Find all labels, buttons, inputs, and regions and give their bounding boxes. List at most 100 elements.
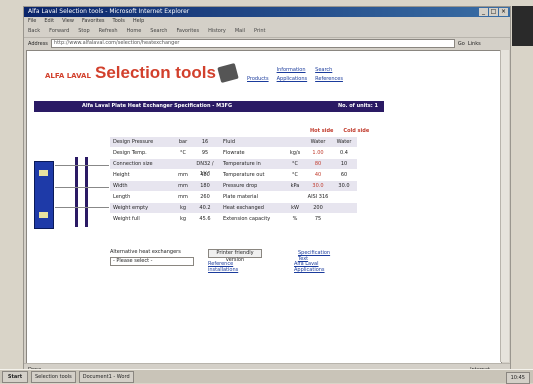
param-label: Design Pressure	[113, 139, 154, 145]
table-row: Design Temp. °C 95 Flowrate kg/s 1.00 0.…	[110, 148, 357, 158]
param-label: Temperature in	[223, 161, 261, 167]
param-unit: %	[292, 216, 298, 222]
web-page: ALFA LAVAL Selection tools Information S…	[26, 50, 502, 364]
menu-edit[interactable]: Edit	[44, 17, 54, 25]
table-row: Weight empty kg 40.2 Heat exchanged kW 2…	[110, 203, 357, 213]
nav-search[interactable]: Search	[315, 67, 343, 73]
forward-button[interactable]: Forward	[49, 28, 69, 34]
param-label: Extension capacity	[223, 216, 271, 222]
window-title: Alfa Laval Selection tools - Microsoft I…	[28, 8, 190, 15]
param-unit: kg	[179, 216, 187, 222]
close-button[interactable]: ×	[499, 8, 508, 16]
refresh-button[interactable]: Refresh	[99, 28, 118, 34]
param-unit	[175, 159, 191, 169]
param-unit: kg	[179, 205, 187, 211]
search-button[interactable]: Search	[150, 28, 167, 34]
cold-value: 30.0	[338, 183, 350, 189]
alternatives-select[interactable]: - Please select -	[110, 257, 194, 266]
home-button[interactable]: Home	[127, 28, 142, 34]
address-bar: Address http://www.alfalaval.com/selecti…	[24, 38, 510, 49]
printer-friendly-button[interactable]: Printer friendly version	[208, 249, 262, 263]
maximize-button[interactable]: □	[489, 8, 498, 16]
menu-view[interactable]: View	[62, 17, 74, 25]
param-unit: kW	[291, 205, 299, 211]
hot-value: 1.00	[312, 150, 324, 156]
cold-value	[331, 203, 357, 213]
param-label: Temperature out	[223, 172, 265, 178]
param-label: Connection size	[113, 161, 153, 167]
param-unit: mm	[178, 183, 188, 189]
param-label: Height	[113, 172, 130, 178]
param-value: DN32 / 1¼"	[196, 161, 214, 177]
param-unit: mm	[178, 172, 188, 178]
param-unit	[285, 137, 305, 147]
taskbar: Start Selection tools Document1 - Word 1…	[0, 369, 533, 384]
table-row: Length mm 260 Plate material AISI 316	[110, 192, 357, 202]
nav-applications[interactable]: Applications	[277, 76, 308, 82]
favorites-button[interactable]: Favorites	[176, 28, 199, 34]
window-titlebar: Alfa Laval Selection tools - Microsoft I…	[24, 7, 510, 17]
param-value: 180	[200, 183, 210, 189]
nav-information[interactable]: Information	[277, 67, 308, 73]
param-label: Design Temp.	[113, 150, 147, 156]
cold-side-header: Cold side	[343, 128, 370, 134]
vertical-scrollbar[interactable]	[500, 50, 509, 362]
param-label: Width	[113, 183, 128, 189]
history-button[interactable]: History	[208, 28, 226, 34]
table-row: Weight full kg 45.6 Extension capacity %…	[110, 214, 357, 224]
links-button[interactable]: Links	[468, 41, 481, 47]
desktop-edge	[512, 6, 533, 46]
column-headers: Hot side Cold side	[310, 128, 369, 134]
company-logo[interactable]: ALFA LAVAL	[45, 72, 91, 80]
param-label: Plate material	[223, 194, 258, 200]
address-label: Address	[28, 40, 48, 47]
table-row: Design Pressure bar 16 Fluid Water Water	[110, 137, 357, 147]
hot-value: AISI 316	[307, 194, 329, 200]
hot-value: 80	[314, 161, 322, 167]
table-row: Height mm 480 Temperature out °C 40 60	[110, 170, 357, 180]
stop-button[interactable]: Stop	[78, 28, 89, 34]
menu-favorites[interactable]: Favorites	[82, 17, 105, 25]
hot-value: 40	[314, 172, 322, 178]
param-value: 45.6	[199, 216, 211, 222]
mail-button[interactable]: Mail	[235, 28, 245, 34]
back-button[interactable]: Back	[28, 28, 40, 34]
menu-tools[interactable]: Tools	[113, 17, 125, 25]
taskbar-item[interactable]: Document1 - Word	[78, 370, 134, 383]
spec-table: Design Pressure bar 16 Fluid Water Water…	[110, 137, 357, 225]
cold-value: 0.4	[340, 150, 348, 156]
param-unit	[285, 192, 305, 202]
applications-link[interactable]: Alfa Laval Applications	[294, 261, 325, 273]
pipe-diagram	[55, 157, 115, 227]
hot-value: 200	[313, 205, 323, 211]
param-unit: bar	[178, 139, 188, 145]
tools-illustration	[217, 62, 239, 84]
menu-help[interactable]: Help	[133, 17, 144, 25]
param-label: Weight full	[113, 216, 140, 222]
page-title: Selection tools	[95, 63, 216, 82]
param-unit: kPa	[290, 183, 300, 189]
hot-value: 30.0	[312, 183, 324, 189]
param-value: 260	[200, 194, 210, 200]
cold-value: Water	[336, 139, 352, 145]
taskbar-item[interactable]: Selection tools	[31, 370, 76, 383]
spec-header-bar: Alfa Laval Plate Heat Exchanger Specific…	[34, 101, 384, 112]
menu-file[interactable]: File	[28, 17, 36, 25]
browser-window: Alfa Laval Selection tools - Microsoft I…	[23, 6, 511, 377]
address-input[interactable]: http://www.alfalaval.com/selection/heate…	[50, 39, 455, 48]
hot-value: Water	[310, 139, 326, 145]
go-button[interactable]: Go	[458, 41, 465, 47]
param-label: Fluid	[223, 139, 235, 145]
param-label: Heat exchanged	[223, 205, 264, 211]
minimize-button[interactable]: _	[479, 8, 488, 16]
start-button[interactable]: Start	[2, 370, 28, 383]
reference-installations-link[interactable]: Reference installations	[208, 261, 238, 273]
cold-value	[331, 192, 357, 202]
spec-title: Alfa Laval Plate Heat Exchanger Specific…	[82, 103, 233, 109]
print-button[interactable]: Print	[254, 28, 266, 34]
nav-references[interactable]: References	[315, 76, 343, 82]
cold-value: 10	[340, 161, 348, 167]
nav-products[interactable]: Products	[247, 76, 269, 82]
heat-exchanger-image	[34, 161, 54, 229]
param-label: Weight empty	[113, 205, 149, 211]
